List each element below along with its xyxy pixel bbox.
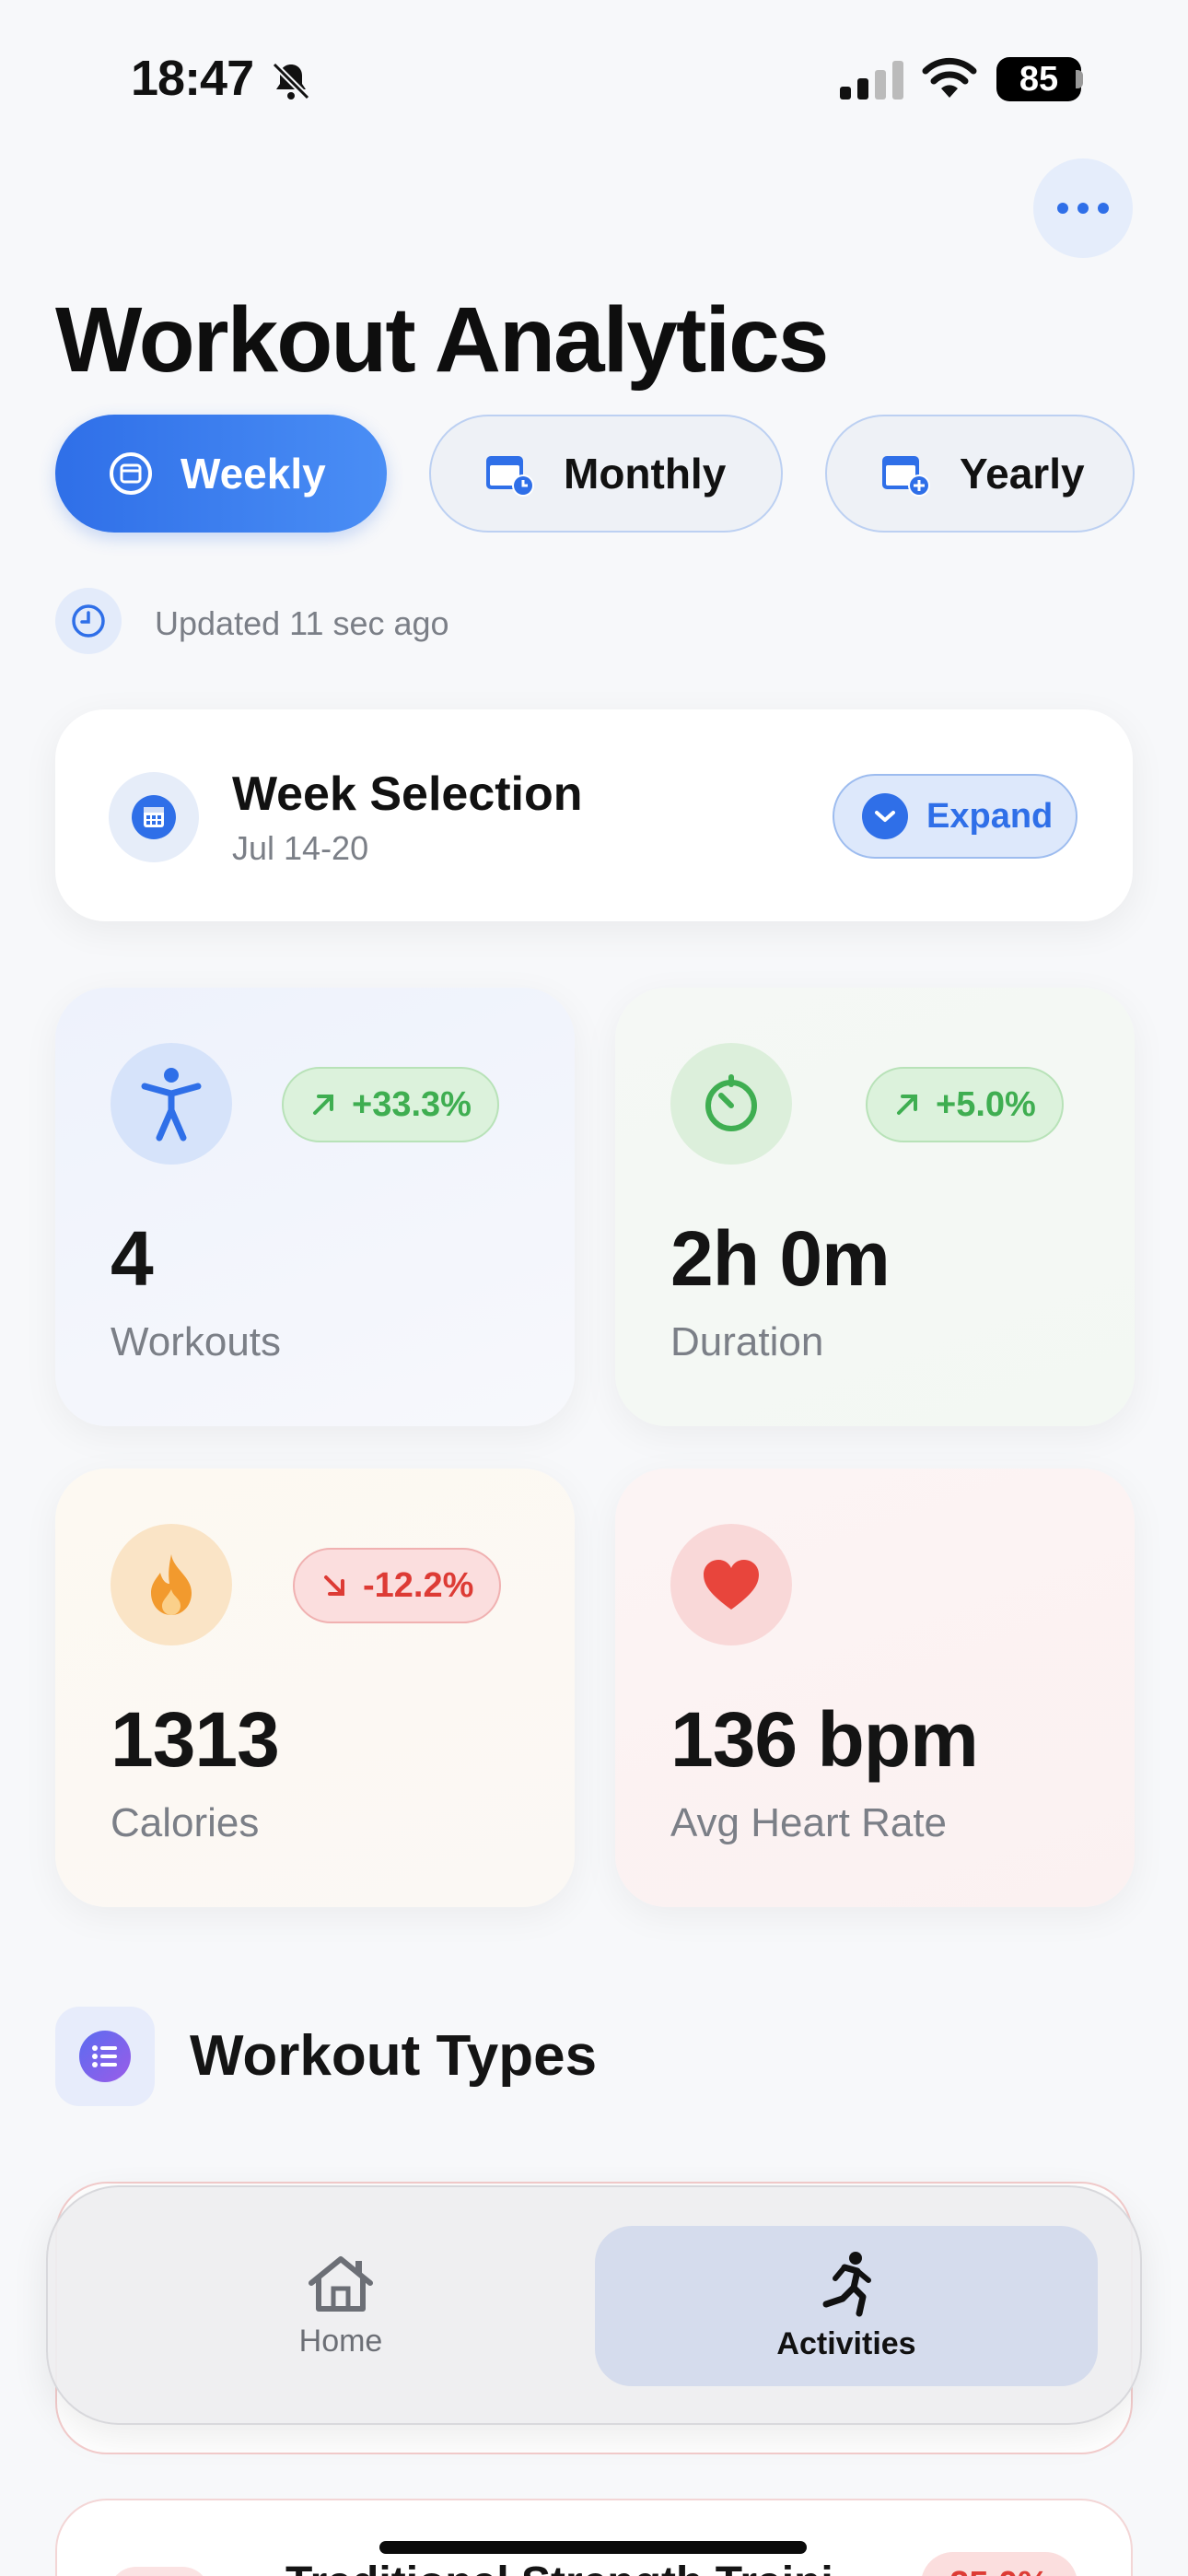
stat-value-workouts: 4 [111, 1215, 154, 1302]
stat-value-calories: 1313 [111, 1696, 280, 1783]
stat-value-duration: 2h 0m [670, 1215, 891, 1302]
home-indicator [379, 2541, 807, 2554]
signal-icon [840, 61, 903, 100]
week-selection-title: Week Selection [232, 767, 583, 821]
tab-yearly-label: Yearly [960, 450, 1085, 498]
section-title: Workout Types [190, 2024, 598, 2088]
battery-tip [1076, 70, 1083, 88]
tab-yearly[interactable]: Yearly [825, 415, 1135, 533]
calendar-plus-icon [882, 456, 930, 497]
change-badge-duration: +5.0% [866, 1067, 1064, 1142]
arrow-down-right-icon [324, 1575, 344, 1596]
chevron-down-icon [862, 793, 908, 839]
timer-icon [670, 1043, 792, 1165]
running-figure-icon [822, 2251, 871, 2316]
list-icon [55, 2007, 155, 2106]
expand-button[interactable]: Expand [833, 774, 1077, 859]
change-value: +5.0% [936, 1084, 1036, 1124]
bell-slash-icon [272, 62, 310, 100]
ellipsis-icon [1057, 203, 1109, 214]
stat-label-workouts: Workouts [111, 1319, 282, 1364]
status-time: 18:47 [131, 51, 254, 106]
week-range: Jul 14-20 [232, 829, 369, 867]
expand-label: Expand [926, 796, 1054, 836]
stat-label-duration: Duration [670, 1319, 824, 1364]
calendar-circle-icon [110, 452, 152, 495]
more-options-button[interactable] [1033, 158, 1133, 258]
tab-weekly-label: Weekly [181, 450, 326, 498]
battery-indicator: 85 [996, 57, 1081, 101]
wifi-icon [922, 57, 977, 98]
change-badge-workouts: +33.3% [282, 1067, 499, 1142]
arrow-up-right-icon [313, 1095, 333, 1115]
tabbar-home-label: Home [298, 2323, 383, 2359]
heart-icon [670, 1524, 792, 1645]
figure-icon [111, 1043, 232, 1165]
stat-value-heart-rate: 136 bpm [670, 1696, 979, 1783]
tab-monthly-label: Monthly [564, 450, 727, 498]
tab-monthly[interactable]: Monthly [429, 415, 783, 533]
calendar-icon [109, 772, 199, 862]
calendar-clock-icon [486, 456, 534, 497]
flame-icon [111, 1524, 232, 1645]
tab-weekly[interactable]: Weekly [55, 415, 387, 533]
house-icon [309, 2255, 373, 2312]
workout-type-percentage: 25.0% [921, 2552, 1077, 2576]
page-title: Workout Analytics [55, 288, 829, 392]
tabbar-activities-label: Activities [776, 2325, 916, 2361]
change-value: +33.3% [352, 1084, 472, 1124]
change-badge-calories: -12.2% [293, 1548, 502, 1623]
clock-icon [55, 588, 122, 654]
tabbar-home[interactable]: Home [122, 2226, 560, 2386]
workout-type-title: Traditional Strength Traini [285, 2558, 833, 2576]
updated-timestamp: Updated 11 sec ago [155, 604, 449, 642]
tabbar-activities[interactable]: Activities [595, 2226, 1098, 2386]
stat-label-calories: Calories [111, 1800, 260, 1845]
change-value: -12.2% [363, 1565, 474, 1605]
stat-label-heart-rate: Avg Heart Rate [670, 1800, 948, 1845]
arrow-up-right-icon [897, 1095, 917, 1115]
